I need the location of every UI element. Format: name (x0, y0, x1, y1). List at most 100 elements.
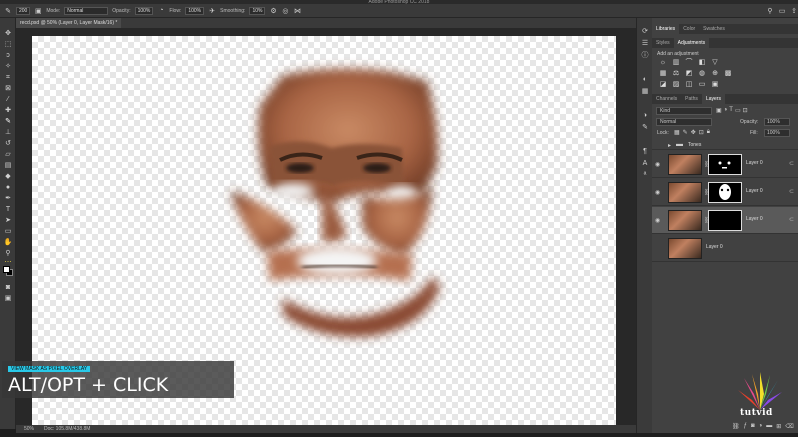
mode-select[interactable]: Normal (64, 6, 109, 15)
pressure-opacity-icon[interactable]: ◔ (157, 7, 165, 15)
layer-options-icon[interactable]: ⊂ (789, 216, 794, 223)
invert-icon[interactable]: ◪ (658, 81, 668, 89)
new-adjustment-icon[interactable]: ◑ (759, 423, 763, 430)
link-layers-icon[interactable]: ⛓ (732, 423, 740, 430)
filter-pixel-icon[interactable]: ▣ (716, 107, 722, 114)
foreground-color-swatch[interactable] (3, 266, 10, 273)
fx-icon[interactable]: ƒ (744, 423, 747, 430)
document-tab[interactable]: recd.psd @ 50% (Layer 0, Layer Mask/16) … (16, 18, 122, 28)
vibrance-icon[interactable]: ▽ (710, 59, 720, 67)
visibility-eye-icon[interactable]: ◉ (655, 217, 660, 224)
posterize-icon[interactable]: ▨ (671, 81, 681, 89)
new-layer-icon[interactable]: ⊞ (776, 423, 781, 430)
screen-mode-icon[interactable]: ▣ (3, 295, 13, 303)
layer-options-icon[interactable]: ⊂ (789, 188, 794, 195)
history-brush-tool-icon[interactable]: ↺ (3, 140, 13, 148)
frame-tool-icon[interactable]: ⊠ (3, 85, 13, 93)
threshold-icon[interactable]: ◫ (684, 81, 694, 89)
eraser-tool-icon[interactable]: ▱ (3, 151, 13, 159)
adjust-panel-icon[interactable]: ◑ (640, 112, 650, 120)
blend-mode-select[interactable]: Normal (656, 118, 712, 126)
disclosure-arrow-icon[interactable]: ▸ (668, 142, 671, 149)
add-mask-icon[interactable]: ◙ (751, 423, 755, 430)
hand-tool-icon[interactable]: ✋ (3, 239, 13, 247)
filter-adjust-icon[interactable]: ◑ (724, 107, 728, 114)
blur-tool-icon[interactable]: ◆ (3, 173, 13, 181)
layer-row[interactable]: ◉ ⛓ Layer 0 ⊂ (652, 179, 798, 206)
color-lookup-icon[interactable]: ▩ (723, 70, 733, 78)
tab-layers[interactable]: Layers (701, 94, 725, 104)
lock-all-icon[interactable]: 🔒︎ (707, 129, 710, 136)
brush-settings-icon[interactable]: ▣ (34, 7, 42, 15)
lock-paint-icon[interactable]: ✎ (683, 129, 688, 136)
healing-brush-tool-icon[interactable]: ✚ (3, 107, 13, 115)
tab-color[interactable]: Color (679, 24, 699, 34)
crop-tool-icon[interactable]: ⌗ (3, 74, 13, 82)
layer-mask-thumbnail[interactable] (708, 182, 742, 203)
exposure-icon[interactable]: ◧ (697, 59, 707, 67)
layer-name[interactable]: Layer 0 (746, 160, 763, 166)
airbrush-icon[interactable]: ✈ (208, 7, 216, 15)
tab-paths[interactable]: Paths (681, 94, 702, 104)
eyedropper-tool-icon[interactable]: ⁄ (3, 96, 13, 104)
layer-mask-thumbnail[interactable] (708, 210, 742, 231)
visibility-eye-icon[interactable]: ◉ (655, 161, 660, 168)
brush-tool-icon[interactable]: ✎ (4, 7, 12, 15)
brightness-icon[interactable]: ☼ (658, 59, 668, 67)
pressure-size-icon[interactable]: ◎ (281, 7, 289, 15)
lasso-tool-icon[interactable]: ↄ (3, 52, 13, 60)
layer-name[interactable]: Layer 0 (746, 216, 763, 222)
move-tool-icon[interactable]: ✥ (3, 30, 13, 38)
layer-row[interactable]: ◉ ⛓ Layer 0 ⊂ (652, 151, 798, 178)
color-balance-icon[interactable]: ⚖ (671, 70, 681, 78)
layer-row[interactable]: Layer 0 (652, 235, 798, 262)
filter-smart-icon[interactable]: ⊡ (743, 107, 748, 114)
symmetry-icon[interactable]: ⋈ (293, 7, 301, 15)
brush-size-picker[interactable]: 200 (16, 6, 31, 15)
type-tool-icon[interactable]: T (3, 206, 13, 214)
layer-name[interactable]: Layer 0 (706, 244, 723, 250)
tab-channels[interactable]: Channels (652, 94, 681, 104)
layer-row-selected[interactable]: ◉ ⛓ Layer 0 ⊂ (652, 207, 798, 234)
lock-position-icon[interactable]: ✥ (691, 129, 696, 136)
layer-thumbnail[interactable] (668, 210, 702, 231)
tab-styles[interactable]: Styles (652, 38, 674, 48)
curves-icon[interactable]: ⌒ (684, 59, 694, 67)
swatches-panel-icon[interactable]: ▦ (640, 88, 650, 96)
zoom-level[interactable]: 50% (24, 425, 34, 433)
quick-select-tool-icon[interactable]: ✧ (3, 63, 13, 71)
marquee-tool-icon[interactable]: ⬚ (3, 41, 13, 49)
gear-icon[interactable]: ⚙ (269, 7, 277, 15)
history-panel-icon[interactable]: ⟳ (640, 28, 650, 36)
search-icon[interactable]: ⚲ (766, 7, 774, 15)
glyphs-panel-icon[interactable]: ª (640, 172, 650, 180)
selective-color-icon[interactable]: ▣ (710, 81, 720, 89)
workspace-icon[interactable]: ▭ (778, 7, 786, 15)
color-panel-icon[interactable]: ◐ (640, 76, 650, 84)
brush-tool-icon-active[interactable]: ✎ (3, 118, 13, 126)
info-panel-icon[interactable]: ⓘ (640, 52, 650, 60)
black-white-icon[interactable]: ◩ (684, 70, 694, 78)
layer-group-row[interactable]: ▸ ▬ Tones (652, 140, 798, 150)
lock-pixels-icon[interactable]: ▦ (674, 129, 680, 136)
layer-mask-thumbnail[interactable] (708, 154, 742, 175)
layer-name[interactable]: Layer 0 (746, 188, 763, 194)
brush-panel-icon[interactable]: ✎ (640, 124, 650, 132)
layer-options-icon[interactable]: ⊂ (789, 160, 794, 167)
filter-type-icon[interactable]: T (729, 107, 733, 114)
gradient-map-icon[interactable]: ▭ (697, 81, 707, 89)
gradient-tool-icon[interactable]: ▤ (3, 162, 13, 170)
path-select-tool-icon[interactable]: ➤ (3, 217, 13, 225)
shape-tool-icon[interactable]: ▭ (3, 228, 13, 236)
visibility-eye-icon[interactable]: ◉ (655, 189, 660, 196)
layer-thumbnail[interactable] (668, 154, 702, 175)
share-icon[interactable]: ⇪ (790, 7, 798, 15)
levels-icon[interactable]: ▥ (671, 59, 681, 67)
pen-tool-icon[interactable]: ✒ (3, 195, 13, 203)
properties-panel-icon[interactable]: ☰ (640, 40, 650, 48)
lock-artboard-icon[interactable]: ⊡ (699, 129, 704, 136)
flow-field[interactable]: 100% (185, 6, 205, 15)
clone-stamp-tool-icon[interactable]: ⊥ (3, 129, 13, 137)
trash-icon[interactable]: ⌫ (785, 423, 793, 430)
tab-adjustments[interactable]: Adjustments (673, 38, 710, 48)
